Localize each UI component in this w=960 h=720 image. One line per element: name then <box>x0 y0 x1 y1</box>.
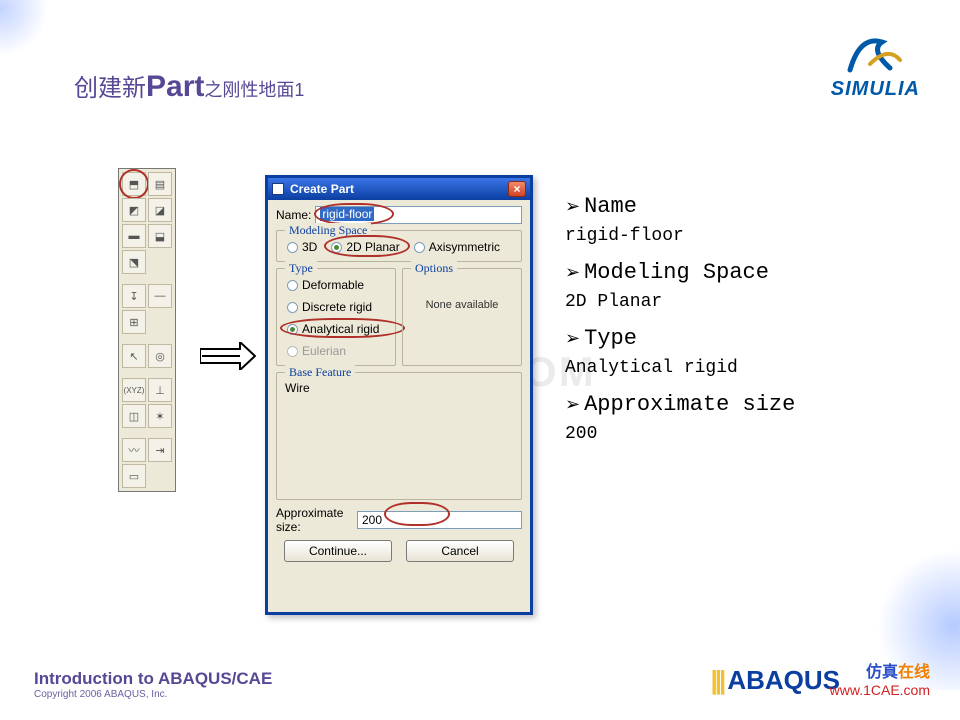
modeling-space-2d-planar-radio[interactable]: 2D Planar <box>329 239 401 255</box>
dialog-title: Create Part <box>290 182 354 196</box>
title-pre: 创建新 <box>74 75 146 102</box>
toolbar-separator <box>122 336 172 342</box>
module-toolbar: ⬒ ▤ ◩ ◪ ▬ ⬓ ⬔ ↧ — ⊞ ↖ ◎ (XYZ) ⊥ ◫ ✶ 〰 ⇥ … <box>118 168 176 492</box>
type-deformable-radio[interactable]: Deformable <box>285 277 387 293</box>
continue-button[interactable]: Continue... <box>284 540 392 562</box>
tool-icon[interactable]: ↧ <box>122 284 146 308</box>
title-post: 之刚性地面1 <box>204 80 304 100</box>
annotations: Name rigid-floor Modeling Space 2D Plana… <box>565 190 795 454</box>
annot-name-value: rigid-floor <box>565 223 795 250</box>
tool-icon[interactable]: ◎ <box>148 344 172 368</box>
options-group: Options None available <box>402 268 522 366</box>
type-discrete-rigid-radio[interactable]: Discrete rigid <box>285 299 387 315</box>
tool-icon[interactable]: ⬔ <box>122 250 146 274</box>
annot-modeling-space-heading: Modeling Space <box>565 256 795 289</box>
simulia-logo: SIMULIA <box>831 30 920 101</box>
tool-icon[interactable]: ⬓ <box>148 224 172 248</box>
type-eulerian-radio: Eulerian <box>285 343 387 359</box>
tool-icon[interactable]: — <box>148 284 172 308</box>
create-part-dialog: Create Part × Name: rigid-floor Modeling… <box>265 175 533 615</box>
abaqus-logo: |||ABAQUS <box>711 665 841 696</box>
name-input[interactable]: rigid-floor <box>315 206 522 224</box>
type-group: Type Deformable Discrete rigid Analytica… <box>276 268 396 366</box>
base-feature-value: Wire <box>285 381 513 395</box>
modeling-space-axisymmetric-radio[interactable]: Axisymmetric <box>412 239 502 255</box>
annot-approx-value: 200 <box>565 421 795 448</box>
tool-icon[interactable]: ▭ <box>122 464 146 488</box>
toolbar-separator <box>122 276 172 282</box>
slide-title: 创建新Part之刚性地面1 <box>74 68 304 104</box>
tool-icon[interactable]: ▬ <box>122 224 146 248</box>
tool-icon[interactable]: ⇥ <box>148 438 172 462</box>
tool-icon[interactable]: ✶ <box>148 404 172 428</box>
dialog-titlebar[interactable]: Create Part × <box>268 178 530 200</box>
base-feature-group: Base Feature Wire <box>276 372 522 500</box>
annot-type-value: Analytical rigid <box>565 355 795 382</box>
cancel-button[interactable]: Cancel <box>406 540 514 562</box>
footer-copyright: Copyright 2006 ABAQUS, Inc. <box>34 689 272 700</box>
decorative-flare-top-left <box>0 0 69 69</box>
annot-modeling-space-value: 2D Planar <box>565 289 795 316</box>
footer-title: Introduction to ABAQUS/CAE <box>34 669 272 689</box>
approx-size-input[interactable] <box>357 511 522 529</box>
part-manager-tool-icon[interactable]: ▤ <box>148 172 172 196</box>
tool-icon[interactable]: ⊥ <box>148 378 172 402</box>
annot-approx-heading: Approximate size <box>565 388 795 421</box>
slide-footer: Introduction to ABAQUS/CAE Copyright 200… <box>34 669 272 700</box>
modeling-space-legend: Modeling Space <box>285 223 371 238</box>
type-analytical-rigid-radio[interactable]: Analytical rigid <box>285 321 387 337</box>
tool-icon[interactable]: ◪ <box>148 198 172 222</box>
close-icon[interactable]: × <box>508 181 526 197</box>
toolbar-separator <box>122 370 172 376</box>
approx-size-label: Approximate size: <box>276 506 353 534</box>
tool-icon[interactable]: ◫ <box>122 404 146 428</box>
toolbar-separator <box>122 430 172 436</box>
type-legend: Type <box>285 261 317 276</box>
modeling-space-3d-radio[interactable]: 3D <box>285 239 319 255</box>
tool-icon[interactable]: ⊞ <box>122 310 146 334</box>
options-text: None available <box>411 277 513 311</box>
simulia-text: SIMULIA <box>831 78 920 101</box>
dialog-icon <box>272 183 284 195</box>
annot-type-heading: Type <box>565 322 795 355</box>
modeling-space-group: Modeling Space 3D 2D Planar Axisymmetric <box>276 230 522 262</box>
options-legend: Options <box>411 261 457 276</box>
title-part: Part <box>146 70 204 103</box>
annot-name-heading: Name <box>565 190 795 223</box>
tool-icon[interactable]: 〰 <box>122 438 146 462</box>
arrow-icon <box>200 342 256 370</box>
base-feature-legend: Base Feature <box>285 365 355 380</box>
name-label: Name: <box>276 208 311 222</box>
tool-icon[interactable]: ↖ <box>122 344 146 368</box>
tool-icon[interactable]: ◩ <box>122 198 146 222</box>
create-part-tool-icon[interactable]: ⬒ <box>122 172 146 196</box>
source-overlay: 仿真在线 www.1CAE.com <box>830 658 930 698</box>
xyz-tool-icon[interactable]: (XYZ) <box>122 378 146 402</box>
